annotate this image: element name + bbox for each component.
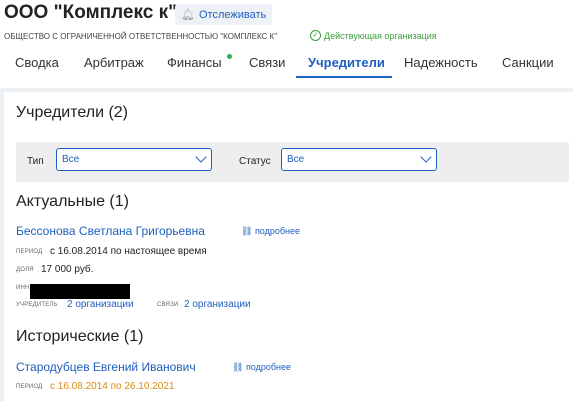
- historical-more-link[interactable]: ⛓ подробнее: [232, 362, 291, 373]
- bell-icon: 🔔︎: [181, 9, 195, 21]
- chevron-down-icon: [195, 151, 207, 163]
- historical-more-link-label: подробнее: [245, 362, 292, 372]
- founders-card: Учредители (2) Тип Все Статус Все Актуал…: [4, 92, 573, 401]
- tab-summary[interactable]: Сводка: [15, 55, 59, 70]
- track-button-label: Отслеживать: [198, 8, 267, 21]
- type-filter-label: Тип: [27, 156, 44, 167]
- redacted-inn: [30, 284, 130, 299]
- founder-name-link[interactable]: Бессонова Светлана Григорьевна: [16, 224, 205, 238]
- status-text: Действующая организация: [324, 30, 437, 41]
- chevron-down-icon: [420, 151, 432, 163]
- filter-bar: Тип Все Статус Все: [16, 142, 569, 182]
- founders-title: Учредители (2): [16, 104, 129, 121]
- share-value: 17 000 руб.: [41, 264, 94, 275]
- historical-period-value: с 16.08.2014 по 26.10.2021: [50, 381, 175, 392]
- notification-dot: [227, 54, 232, 59]
- company-title: ООО "Комплекс к": [4, 2, 178, 23]
- tab-sanctions[interactable]: Санкции: [502, 55, 554, 70]
- status-badge: ✓ Действующая организация: [310, 30, 437, 41]
- status-filter-label: Статус: [239, 156, 271, 167]
- more-link[interactable]: ⛓ подробнее: [241, 226, 300, 237]
- links-orgs-link[interactable]: 2 организации: [184, 299, 251, 310]
- tab-bar: Сводка Арбитраж Финансы Связи Учредители…: [0, 50, 573, 78]
- period-label: ПЕРИОД: [16, 249, 43, 255]
- company-header: ООО "Комплекс к" 🔔︎ Отслеживать ОБЩЕСТВО…: [0, 0, 573, 88]
- company-full-name: ОБЩЕСТВО С ОГРАНИЧЕННОЙ ОТВЕТСТВЕННОСТЬЮ…: [4, 32, 278, 41]
- tab-arbitration[interactable]: Арбитраж: [84, 55, 144, 70]
- historical-period-label: ПЕРИОД: [16, 384, 43, 390]
- tab-founders[interactable]: Учредители: [308, 55, 385, 70]
- type-select-value: Все: [62, 154, 80, 165]
- tab-finance[interactable]: Финансы: [167, 55, 222, 70]
- check-circle-icon: ✓: [310, 30, 321, 41]
- status-select[interactable]: Все: [281, 148, 437, 171]
- active-tab-underline: [296, 76, 392, 78]
- founder-label: УЧРЕДИТЕЛЬ: [16, 302, 58, 308]
- share-label: ДОЛЯ: [16, 267, 34, 273]
- inn-label: ИНН: [16, 285, 30, 291]
- type-select[interactable]: Все: [56, 148, 212, 171]
- current-founders-title: Актуальные (1): [16, 193, 129, 210]
- founder-orgs-link[interactable]: 2 организации: [67, 299, 134, 310]
- links-label: СВЯЗИ: [157, 302, 179, 308]
- link-icon: ⛓: [241, 226, 255, 236]
- tab-links[interactable]: Связи: [249, 55, 285, 70]
- link-icon: ⛓: [232, 362, 246, 372]
- historical-founders-title: Исторические (1): [16, 328, 144, 345]
- track-button[interactable]: 🔔︎ Отслеживать: [175, 4, 273, 25]
- status-select-value: Все: [287, 154, 305, 165]
- more-link-label: подробнее: [254, 226, 301, 236]
- tab-reliability[interactable]: Надежность: [404, 55, 478, 70]
- period-value: с 16.08.2014 по настоящее время: [50, 246, 207, 257]
- historical-founder-name-link[interactable]: Стародубцев Евгений Иванович: [16, 360, 196, 374]
